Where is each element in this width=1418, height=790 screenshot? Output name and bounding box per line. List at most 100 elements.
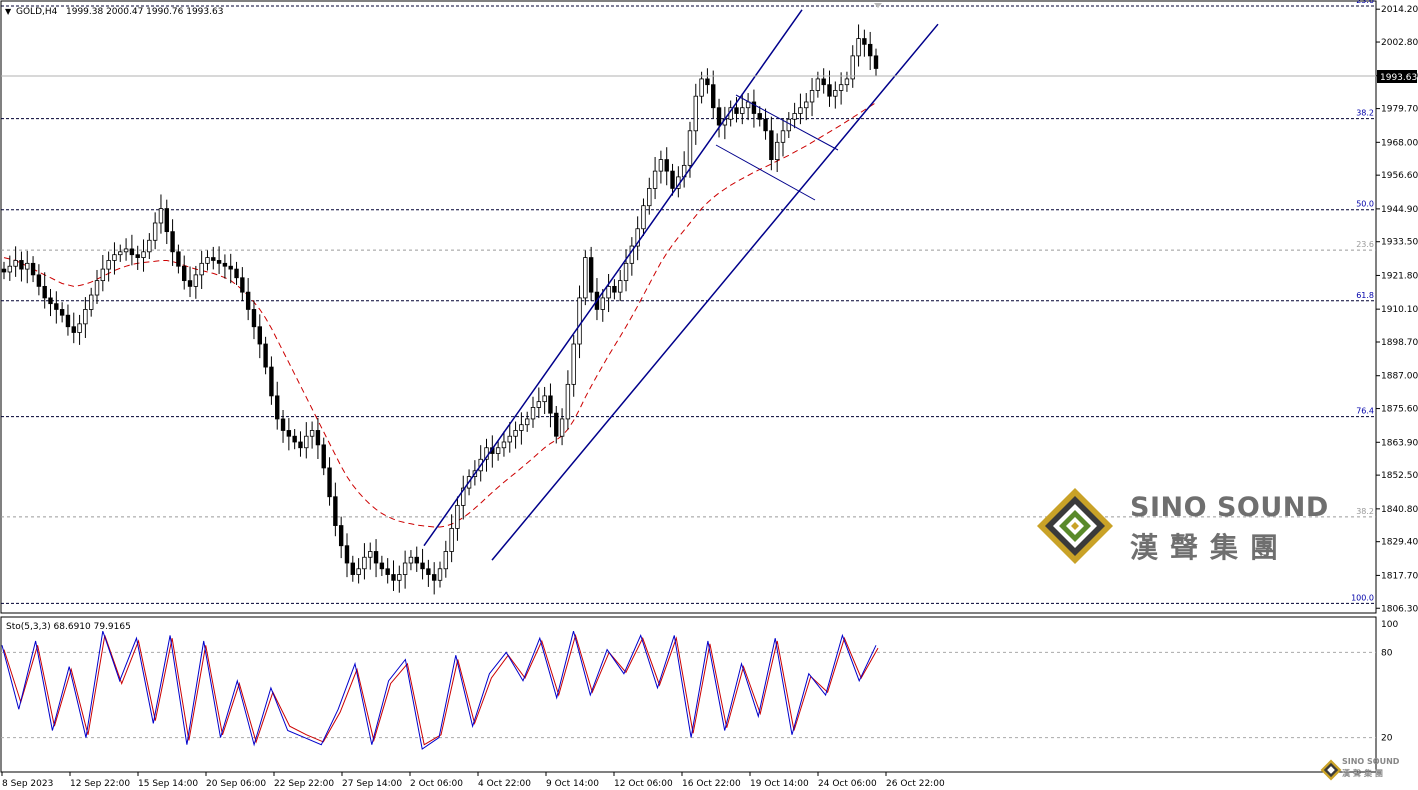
candle-body [344,545,350,564]
candle-body [135,254,140,258]
sino-sound-logo-icon [1037,488,1113,564]
price-tick-label: 1840.80 [1381,505,1418,515]
channel-upper [423,9,803,547]
candle-body [443,551,449,570]
candle-body [798,107,803,114]
time-tick-label: 16 Oct 22:00 [682,779,741,789]
candle-body [699,78,704,97]
candle-body [234,268,239,279]
candle-body [827,84,832,97]
candle-body [763,118,768,132]
candle-body [275,395,280,420]
candle-body [449,528,454,552]
candle-body [123,248,129,253]
candle-body [652,170,658,189]
candle-body [350,562,355,575]
price-tick-label: 1944.90 [1381,205,1418,215]
candle-body [368,551,373,558]
candle-body [7,265,13,273]
sino-sound-watermark: SINO SOUND 漢聲集團 [1035,486,1328,566]
candle-body [501,441,507,449]
candle-body [147,239,152,253]
candle-body [565,383,571,420]
candle-body [13,260,18,267]
indicator-plot-frame [0,616,1377,773]
candle-body [519,424,524,431]
moving-average [3,102,877,528]
candle-body [606,285,611,299]
candle-body [286,430,292,437]
candle-body [182,265,187,282]
time-axis: 8 Sep 2023 12 Sep 22:00 15 Sep 14:00 20 Sep… [1,772,945,789]
candle-body [211,257,216,261]
time-tick-label: 8 Sep 2023 [2,779,53,789]
candle-body [321,444,326,469]
candle-body [525,418,530,426]
candle-body [495,447,501,454]
candle-body [618,280,623,293]
time-tick-label: 2 Oct 06:00 [410,779,463,789]
corner-watermark: SINO SOUND 漢聲集團 [1320,756,1415,786]
candle-body [94,280,100,296]
candle-body [397,574,402,581]
candle-body [309,430,315,437]
time-tick-label: 26 Oct 22:00 [886,779,945,789]
candle-body [170,231,175,253]
candle-body [176,251,181,267]
candle-body [164,208,169,233]
fib-level-label: 50.0 [1356,200,1374,209]
candle-body [379,562,385,570]
candle-body [77,323,82,333]
candle-body [693,95,698,132]
candle-body [507,435,512,443]
candle-body [769,130,774,161]
candle-body [431,574,437,581]
fib-level-label: 100.0 [1351,593,1374,602]
candle-body [298,441,303,449]
candle-body [780,130,786,143]
scroll-marker-icon[interactable] [874,3,882,8]
candle-body [187,280,193,287]
candle-body [129,248,135,256]
flag-lower [715,144,816,201]
candle-body [455,504,460,529]
candle-body [856,38,861,57]
fib-level-label: 23.6 [1356,0,1374,5]
candle-body [815,78,821,91]
price-tick-label: 1910.10 [1381,305,1418,315]
candle-body [1,268,7,273]
candle-body [786,118,791,132]
candle-body [420,562,425,570]
candle-body [821,78,826,86]
candle-body [600,297,605,310]
candle-body [141,251,146,258]
price-tick-label: 1829.40 [1381,538,1418,548]
price-axis: 2014.202002.801991.101979.701968.001956.… [1376,5,1418,614]
candle-body [100,268,106,282]
candle-body [740,107,745,114]
candle-body [112,254,117,261]
time-tick-label: 19 Oct 14:00 [750,779,809,789]
candle-body [257,326,262,345]
price-tick-label: 1863.90 [1381,438,1418,448]
time-tick-label: 4 Oct 22:00 [478,779,531,789]
candle-body [647,188,652,207]
candle-body [338,525,344,547]
candle-body [25,262,30,270]
stoch-main-line [1,630,877,750]
price-tick-label: 1817.70 [1381,571,1418,581]
candle-body [315,430,321,446]
candle-body [867,43,873,57]
candle-body [205,257,210,264]
candle-body [577,297,582,345]
candle-body [280,418,286,431]
price-tick-label: 1898.70 [1381,338,1418,348]
candle-body [216,260,222,264]
fib-level-label: 76.4 [1356,407,1374,416]
price-tick-label: 1979.70 [1381,105,1418,115]
stochastic-series [1,630,879,750]
candle-body [158,208,164,224]
candle-body [844,78,850,86]
chart-dropdown-icon[interactable]: ▼ [5,7,12,16]
candle-body [554,412,559,437]
